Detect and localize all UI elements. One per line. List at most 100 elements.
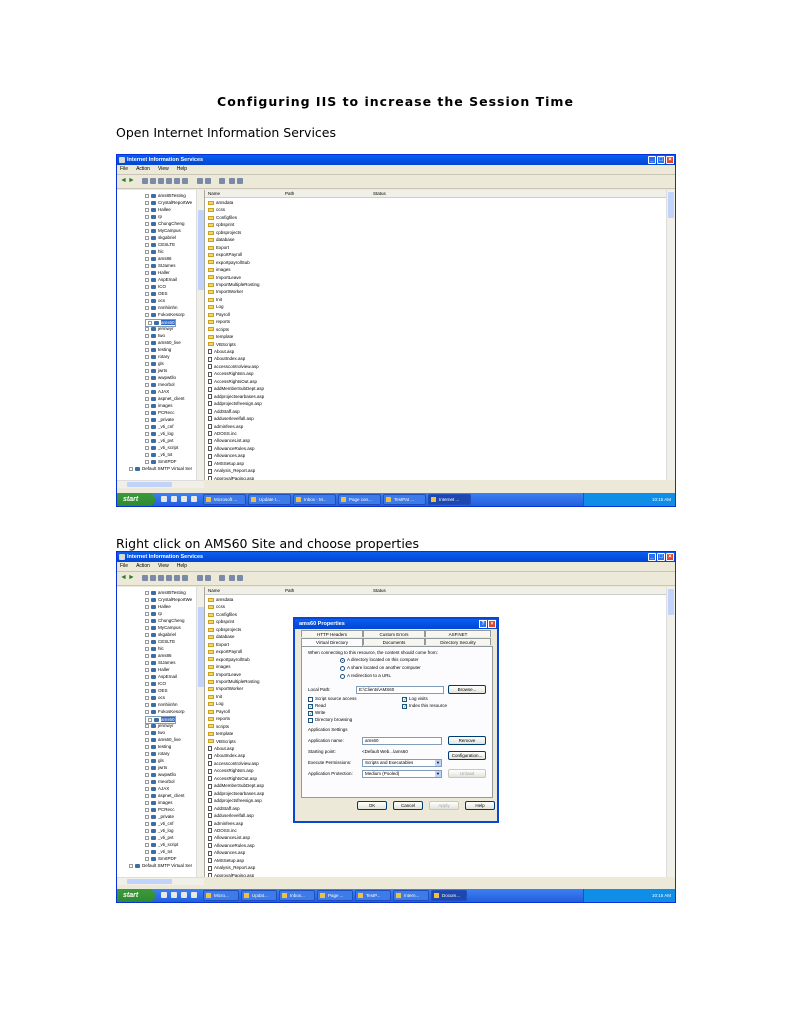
tree-item[interactable]: jennwyr [145, 723, 174, 729]
list-item[interactable]: Analysis_Report.asp [208, 467, 255, 474]
export-icon[interactable] [166, 575, 172, 581]
expand-icon[interactable] [145, 333, 149, 338]
expand-icon[interactable] [145, 639, 149, 644]
refresh-icon[interactable] [174, 575, 180, 581]
tree-item[interactable]: _vti_cnf [145, 424, 174, 430]
tree-item[interactable]: hlc [145, 249, 164, 255]
taskbar-button[interactable]: Inbox... [279, 890, 315, 901]
tree-item[interactable]: Haller [145, 667, 170, 673]
computer-icon[interactable] [197, 178, 203, 184]
back-icon[interactable]: ◄ [120, 177, 127, 184]
tree-item[interactable]: MyCampus [145, 228, 181, 234]
column-status[interactable]: Status [373, 587, 386, 594]
tree-item[interactable]: skgabriel [145, 235, 176, 241]
tree-item[interactable]: PCRecc [145, 807, 175, 813]
list-item[interactable]: ImportMultipleRosting [208, 281, 260, 288]
list-item[interactable]: AMSSetup.asp [208, 857, 244, 864]
tab-documents[interactable]: Documents [363, 638, 425, 645]
menu-action[interactable]: Action [136, 562, 150, 571]
tree-item[interactable]: Haller [145, 270, 170, 276]
expand-icon[interactable] [145, 744, 149, 749]
properties-icon[interactable] [150, 575, 156, 581]
menu-help[interactable]: Help [177, 165, 187, 174]
tree-item[interactable]: PCRecc [145, 410, 175, 416]
taskbar-button[interactable]: Page ... [317, 890, 353, 901]
expand-icon[interactable] [145, 702, 149, 707]
expand-icon[interactable] [145, 382, 149, 387]
expand-icon[interactable] [145, 765, 149, 770]
list-item[interactable]: ImportMultipleRosting [208, 678, 260, 685]
expand-icon[interactable] [129, 466, 133, 471]
list-item[interactable]: cpbsprojects [208, 626, 241, 633]
expand-icon[interactable] [145, 424, 149, 429]
tree-item[interactable]: Hallee [145, 604, 171, 610]
list-item[interactable]: AccessRightsOut.asp [208, 378, 257, 385]
expand-icon[interactable] [145, 653, 149, 658]
tree-item[interactable]: wwpwtllo [145, 772, 176, 778]
app-protection-select[interactable]: Medium (Pooled) ▼ [362, 770, 442, 778]
expand-icon[interactable] [145, 835, 149, 840]
tab-virtual-directory[interactable]: Virtual Directory [301, 638, 363, 646]
tree-item[interactable]: OES [145, 291, 168, 297]
taskbar-button[interactable]: Inbox - M... [293, 494, 336, 505]
list-item[interactable]: AllowanceList.asp [208, 437, 250, 444]
expand-icon[interactable] [145, 779, 149, 784]
expand-icon[interactable] [145, 625, 149, 630]
up-icon[interactable] [142, 178, 148, 184]
tree-item[interactable]: Default SMTP Virtual Ser [129, 863, 192, 869]
list-item[interactable]: ApprovalPaging.asp [208, 475, 254, 480]
expand-icon[interactable] [145, 814, 149, 819]
tree-item[interactable]: MyCampus [145, 625, 181, 631]
expand-icon[interactable] [145, 618, 149, 623]
minimize-icon[interactable]: _ [648, 156, 656, 164]
list-item[interactable]: adduserlevelfall.asp [208, 812, 254, 819]
tree-item[interactable]: ams60_live [145, 737, 181, 743]
expand-icon[interactable] [145, 375, 149, 380]
list-item[interactable]: template [208, 333, 233, 340]
expand-icon[interactable] [148, 320, 152, 325]
tree-item[interactable]: two [145, 730, 165, 736]
list-item[interactable]: AccessRightsIn.asp [208, 767, 254, 774]
list-item[interactable]: exportpayrollSub [208, 259, 250, 266]
expand-icon[interactable] [145, 660, 149, 665]
tree-item[interactable]: _private [145, 417, 174, 423]
expand-icon[interactable] [145, 611, 149, 616]
tree-item[interactable]: _vti_log [145, 431, 174, 437]
expand-icon[interactable] [145, 737, 149, 742]
refresh-icon[interactable] [174, 178, 180, 184]
expand-icon[interactable] [145, 800, 149, 805]
list-item[interactable]: reports [208, 318, 230, 325]
list-item[interactable]: Log [208, 700, 224, 707]
list-item[interactable]: AddStaff.asp [208, 408, 240, 415]
list-item[interactable]: Init [208, 693, 222, 700]
checkbox-read[interactable]: ✓ [308, 704, 313, 710]
tree-item[interactable]: ChungCheng [145, 618, 185, 624]
expand-icon[interactable] [145, 590, 149, 595]
expand-icon[interactable] [145, 452, 149, 457]
tree-item[interactable]: StJames [145, 263, 176, 269]
list-item[interactable]: addprojectsearbases.asp [208, 790, 264, 797]
expand-icon[interactable] [145, 730, 149, 735]
checkbox-index-resource[interactable]: ✓ [402, 704, 407, 710]
tree-item[interactable]: rp [145, 214, 162, 220]
tree-item[interactable]: ams60_live [145, 340, 181, 346]
tree-scrollbar[interactable] [196, 587, 204, 877]
tree-item[interactable]: _vti_txt [145, 849, 172, 855]
browse-button[interactable]: Browse... [448, 685, 486, 694]
list-item[interactable]: ImportLeave [208, 274, 241, 281]
list-item[interactable]: adminfees.asp [208, 423, 243, 430]
quick-launch-icon[interactable] [191, 892, 197, 898]
start-button[interactable]: start [117, 889, 155, 902]
column-status[interactable]: Status [373, 190, 386, 197]
list-item[interactable]: amsdata [208, 199, 233, 206]
list-item[interactable]: Payroll [208, 708, 230, 715]
expand-icon[interactable] [145, 632, 149, 637]
expand-icon[interactable] [145, 695, 149, 700]
list-item[interactable]: exportPayroll [208, 251, 242, 258]
pause-icon[interactable] [237, 178, 243, 184]
list-item[interactable]: Log [208, 303, 224, 310]
expand-icon[interactable] [148, 717, 152, 722]
expand-icon[interactable] [145, 410, 149, 415]
tree-item[interactable]: gls [145, 758, 164, 764]
list-item[interactable]: Init [208, 296, 222, 303]
